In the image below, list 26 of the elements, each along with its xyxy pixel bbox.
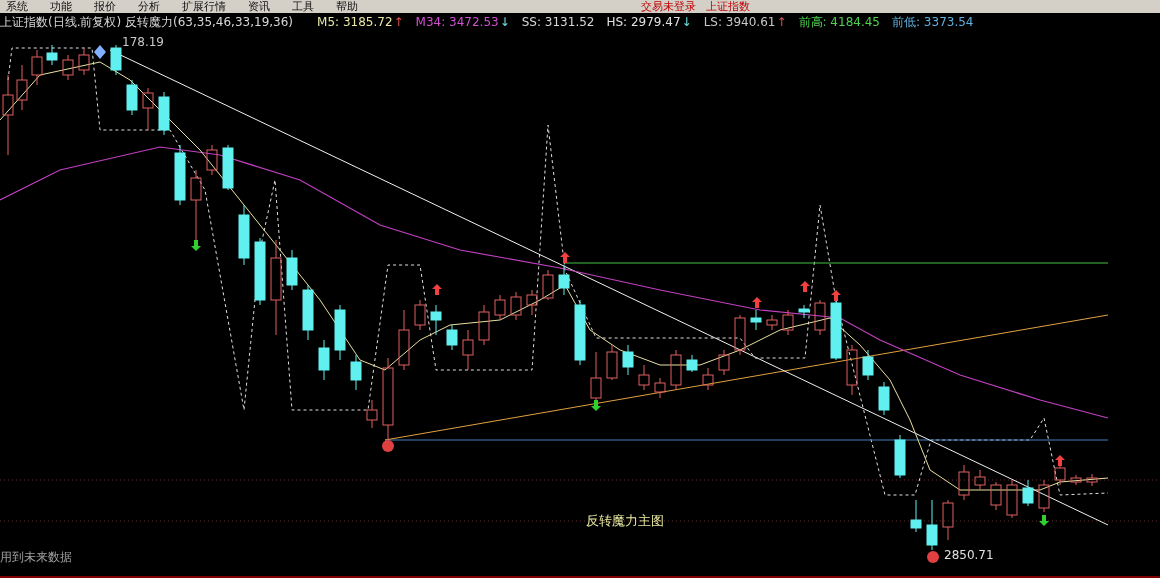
trend-arrow: ↓ (499, 15, 510, 29)
footnote-text: 用到未来数据 (0, 549, 72, 566)
indicator-value: M34: 3472.53↓ (415, 15, 510, 29)
chart-title: 上证指数(日线.前复权) 反转魔力(63,35,46,33,19,36) (0, 13, 294, 31)
status-text: 上证指数 (706, 0, 750, 13)
indicator-value: M5: 3185.72↑ (317, 15, 404, 29)
menu-item[interactable]: 系统 (6, 0, 28, 13)
menu-item[interactable]: 分析 (138, 0, 160, 13)
menu-item[interactable]: 帮助 (336, 0, 358, 13)
chart-caption: 反转魔力主图 (586, 512, 664, 530)
menu-item[interactable]: 扩展行情 (182, 0, 226, 13)
price-label: 2850.71 (944, 548, 994, 562)
indicator-value: 前低: 3373.54 (892, 13, 974, 31)
menu-item[interactable]: 资讯 (248, 0, 270, 13)
menu-item[interactable]: 功能 (50, 0, 72, 13)
menu-item[interactable]: 报价 (94, 0, 116, 13)
trend-arrow: ↑ (393, 15, 404, 29)
indicator-value: SS: 3131.52 (521, 15, 595, 29)
trend-arrow: ↓ (681, 15, 692, 29)
indicator-value: 前高: 4184.45 (798, 13, 880, 31)
price-label: 178.19 (122, 35, 164, 49)
status-text: 交易未登录 (641, 0, 696, 13)
indicator-value: HS: 2979.47↓ (606, 15, 692, 29)
menu-item[interactable]: 工具 (292, 0, 314, 13)
indicator-value: LS: 3940.61↑ (703, 15, 787, 29)
trend-arrow: ↑ (776, 15, 787, 29)
